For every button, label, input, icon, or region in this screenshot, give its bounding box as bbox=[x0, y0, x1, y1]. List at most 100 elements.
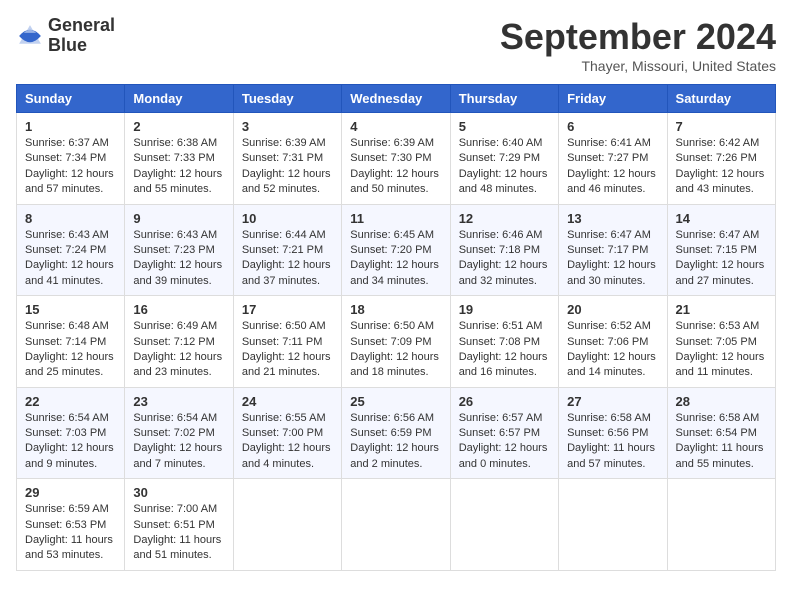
calendar-cell: 26 Sunrise: 6:57 AMSunset: 6:57 PMDaylig… bbox=[450, 387, 558, 479]
day-number: 29 bbox=[25, 485, 116, 500]
day-number: 14 bbox=[676, 211, 767, 226]
cell-text: Sunrise: 6:47 AMSunset: 7:15 PMDaylight:… bbox=[676, 229, 765, 287]
day-number: 6 bbox=[567, 119, 658, 134]
cell-text: Sunrise: 6:53 AMSunset: 7:05 PMDaylight:… bbox=[676, 320, 765, 378]
cell-text: Sunrise: 6:49 AMSunset: 7:12 PMDaylight:… bbox=[133, 320, 222, 378]
calendar-cell: 1 Sunrise: 6:37 AMSunset: 7:34 PMDayligh… bbox=[17, 113, 125, 205]
day-number: 24 bbox=[242, 394, 333, 409]
calendar-cell: 3 Sunrise: 6:39 AMSunset: 7:31 PMDayligh… bbox=[233, 113, 341, 205]
cell-text: Sunrise: 6:39 AMSunset: 7:31 PMDaylight:… bbox=[242, 137, 331, 195]
calendar-cell: 12 Sunrise: 6:46 AMSunset: 7:18 PMDaylig… bbox=[450, 204, 558, 296]
calendar-cell bbox=[342, 479, 450, 571]
day-number: 13 bbox=[567, 211, 658, 226]
calendar-header-row: SundayMondayTuesdayWednesdayThursdayFrid… bbox=[17, 85, 776, 113]
day-number: 23 bbox=[133, 394, 224, 409]
calendar-cell: 21 Sunrise: 6:53 AMSunset: 7:05 PMDaylig… bbox=[667, 296, 775, 388]
cell-text: Sunrise: 6:51 AMSunset: 7:08 PMDaylight:… bbox=[459, 320, 548, 378]
calendar-cell: 28 Sunrise: 6:58 AMSunset: 6:54 PMDaylig… bbox=[667, 387, 775, 479]
calendar-cell: 14 Sunrise: 6:47 AMSunset: 7:15 PMDaylig… bbox=[667, 204, 775, 296]
cell-text: Sunrise: 6:47 AMSunset: 7:17 PMDaylight:… bbox=[567, 229, 656, 287]
column-header-friday: Friday bbox=[559, 85, 667, 113]
cell-text: Sunrise: 6:39 AMSunset: 7:30 PMDaylight:… bbox=[350, 137, 439, 195]
calendar-week-row: 22 Sunrise: 6:54 AMSunset: 7:03 PMDaylig… bbox=[17, 387, 776, 479]
calendar-cell: 13 Sunrise: 6:47 AMSunset: 7:17 PMDaylig… bbox=[559, 204, 667, 296]
calendar-cell: 7 Sunrise: 6:42 AMSunset: 7:26 PMDayligh… bbox=[667, 113, 775, 205]
calendar-cell: 15 Sunrise: 6:48 AMSunset: 7:14 PMDaylig… bbox=[17, 296, 125, 388]
calendar-cell: 30 Sunrise: 7:00 AMSunset: 6:51 PMDaylig… bbox=[125, 479, 233, 571]
cell-text: Sunrise: 6:59 AMSunset: 6:53 PMDaylight:… bbox=[25, 503, 113, 561]
day-number: 7 bbox=[676, 119, 767, 134]
day-number: 3 bbox=[242, 119, 333, 134]
column-header-tuesday: Tuesday bbox=[233, 85, 341, 113]
calendar-cell: 24 Sunrise: 6:55 AMSunset: 7:00 PMDaylig… bbox=[233, 387, 341, 479]
calendar-cell: 22 Sunrise: 6:54 AMSunset: 7:03 PMDaylig… bbox=[17, 387, 125, 479]
day-number: 22 bbox=[25, 394, 116, 409]
calendar-cell: 2 Sunrise: 6:38 AMSunset: 7:33 PMDayligh… bbox=[125, 113, 233, 205]
day-number: 5 bbox=[459, 119, 550, 134]
cell-text: Sunrise: 6:55 AMSunset: 7:00 PMDaylight:… bbox=[242, 412, 331, 470]
cell-text: Sunrise: 6:50 AMSunset: 7:09 PMDaylight:… bbox=[350, 320, 439, 378]
calendar-cell bbox=[559, 479, 667, 571]
calendar-cell: 19 Sunrise: 6:51 AMSunset: 7:08 PMDaylig… bbox=[450, 296, 558, 388]
cell-text: Sunrise: 6:57 AMSunset: 6:57 PMDaylight:… bbox=[459, 412, 548, 470]
day-number: 16 bbox=[133, 302, 224, 317]
calendar-cell: 6 Sunrise: 6:41 AMSunset: 7:27 PMDayligh… bbox=[559, 113, 667, 205]
calendar-cell bbox=[450, 479, 558, 571]
day-number: 2 bbox=[133, 119, 224, 134]
cell-text: Sunrise: 6:43 AMSunset: 7:23 PMDaylight:… bbox=[133, 229, 222, 287]
day-number: 27 bbox=[567, 394, 658, 409]
day-number: 11 bbox=[350, 211, 441, 226]
column-header-sunday: Sunday bbox=[17, 85, 125, 113]
day-number: 20 bbox=[567, 302, 658, 317]
cell-text: Sunrise: 6:38 AMSunset: 7:33 PMDaylight:… bbox=[133, 137, 222, 195]
logo: General Blue bbox=[16, 16, 115, 56]
cell-text: Sunrise: 6:50 AMSunset: 7:11 PMDaylight:… bbox=[242, 320, 331, 378]
calendar-cell: 10 Sunrise: 6:44 AMSunset: 7:21 PMDaylig… bbox=[233, 204, 341, 296]
cell-text: Sunrise: 6:43 AMSunset: 7:24 PMDaylight:… bbox=[25, 229, 114, 287]
column-header-wednesday: Wednesday bbox=[342, 85, 450, 113]
cell-text: Sunrise: 6:58 AMSunset: 6:54 PMDaylight:… bbox=[676, 412, 764, 470]
calendar-cell: 25 Sunrise: 6:56 AMSunset: 6:59 PMDaylig… bbox=[342, 387, 450, 479]
logo-line1: General bbox=[48, 16, 115, 36]
calendar-cell: 17 Sunrise: 6:50 AMSunset: 7:11 PMDaylig… bbox=[233, 296, 341, 388]
cell-text: Sunrise: 6:44 AMSunset: 7:21 PMDaylight:… bbox=[242, 229, 331, 287]
logo-line2: Blue bbox=[48, 36, 115, 56]
calendar-table: SundayMondayTuesdayWednesdayThursdayFrid… bbox=[16, 84, 776, 571]
calendar-cell: 23 Sunrise: 6:54 AMSunset: 7:02 PMDaylig… bbox=[125, 387, 233, 479]
day-number: 4 bbox=[350, 119, 441, 134]
month-year-title: September 2024 bbox=[500, 16, 776, 58]
day-number: 1 bbox=[25, 119, 116, 134]
calendar-cell: 8 Sunrise: 6:43 AMSunset: 7:24 PMDayligh… bbox=[17, 204, 125, 296]
day-number: 21 bbox=[676, 302, 767, 317]
day-number: 30 bbox=[133, 485, 224, 500]
cell-text: Sunrise: 6:58 AMSunset: 6:56 PMDaylight:… bbox=[567, 412, 655, 470]
cell-text: Sunrise: 6:40 AMSunset: 7:29 PMDaylight:… bbox=[459, 137, 548, 195]
calendar-cell: 4 Sunrise: 6:39 AMSunset: 7:30 PMDayligh… bbox=[342, 113, 450, 205]
calendar-cell: 20 Sunrise: 6:52 AMSunset: 7:06 PMDaylig… bbox=[559, 296, 667, 388]
calendar-cell bbox=[667, 479, 775, 571]
location-subtitle: Thayer, Missouri, United States bbox=[500, 58, 776, 74]
calendar-cell: 18 Sunrise: 6:50 AMSunset: 7:09 PMDaylig… bbox=[342, 296, 450, 388]
cell-text: Sunrise: 6:54 AMSunset: 7:03 PMDaylight:… bbox=[25, 412, 114, 470]
calendar-cell: 16 Sunrise: 6:49 AMSunset: 7:12 PMDaylig… bbox=[125, 296, 233, 388]
column-header-thursday: Thursday bbox=[450, 85, 558, 113]
page-header: General Blue September 2024 Thayer, Miss… bbox=[16, 16, 776, 74]
calendar-cell: 29 Sunrise: 6:59 AMSunset: 6:53 PMDaylig… bbox=[17, 479, 125, 571]
cell-text: Sunrise: 6:45 AMSunset: 7:20 PMDaylight:… bbox=[350, 229, 439, 287]
cell-text: Sunrise: 6:42 AMSunset: 7:26 PMDaylight:… bbox=[676, 137, 765, 195]
day-number: 17 bbox=[242, 302, 333, 317]
day-number: 18 bbox=[350, 302, 441, 317]
title-area: September 2024 Thayer, Missouri, United … bbox=[500, 16, 776, 74]
day-number: 25 bbox=[350, 394, 441, 409]
day-number: 10 bbox=[242, 211, 333, 226]
day-number: 19 bbox=[459, 302, 550, 317]
cell-text: Sunrise: 6:37 AMSunset: 7:34 PMDaylight:… bbox=[25, 137, 114, 195]
day-number: 15 bbox=[25, 302, 116, 317]
cell-text: Sunrise: 6:52 AMSunset: 7:06 PMDaylight:… bbox=[567, 320, 656, 378]
calendar-week-row: 8 Sunrise: 6:43 AMSunset: 7:24 PMDayligh… bbox=[17, 204, 776, 296]
column-header-saturday: Saturday bbox=[667, 85, 775, 113]
cell-text: Sunrise: 6:54 AMSunset: 7:02 PMDaylight:… bbox=[133, 412, 222, 470]
cell-text: Sunrise: 6:46 AMSunset: 7:18 PMDaylight:… bbox=[459, 229, 548, 287]
calendar-week-row: 15 Sunrise: 6:48 AMSunset: 7:14 PMDaylig… bbox=[17, 296, 776, 388]
cell-text: Sunrise: 7:00 AMSunset: 6:51 PMDaylight:… bbox=[133, 503, 221, 561]
